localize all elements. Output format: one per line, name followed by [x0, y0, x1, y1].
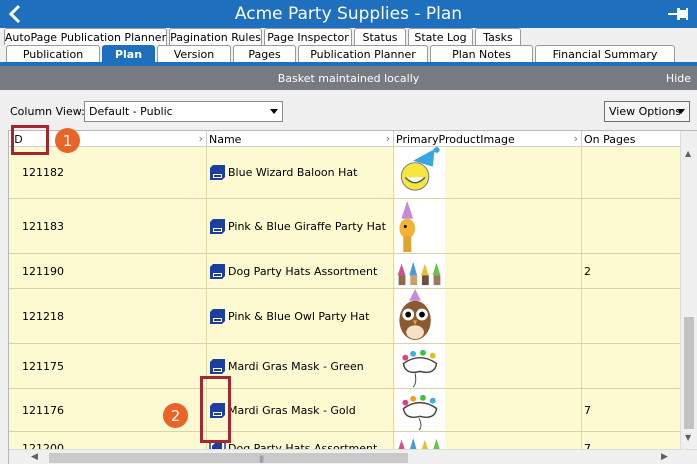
view-options-label: View Options: [609, 105, 682, 118]
cell-on-pages: [582, 344, 680, 388]
chevron-right-icon: ›: [385, 132, 390, 145]
product-object-icon: [210, 358, 225, 374]
table-row[interactable]: 121182 Blue Wizard Baloon Hat: [9, 147, 680, 199]
pin-icon[interactable]: [667, 5, 689, 23]
cell-image: [394, 147, 582, 198]
tab-state-log[interactable]: State Log: [408, 28, 473, 45]
tab-plan-notes[interactable]: Plan Notes: [430, 45, 533, 62]
scroll-right-icon[interactable]: ▶: [661, 452, 668, 462]
vertical-scroll-thumb[interactable]: [684, 317, 694, 429]
cell-image: [394, 389, 582, 431]
tab-pages[interactable]: Pages: [233, 45, 296, 62]
column-header-on-pages[interactable]: On Pages: [582, 131, 680, 147]
cell-image: [394, 199, 582, 253]
scroll-down-icon[interactable]: ▼: [685, 433, 691, 442]
column-view-select[interactable]: Default - Public: [84, 101, 283, 122]
chevron-down-icon: [270, 109, 278, 114]
product-object-icon: [210, 165, 225, 180]
tab-publication[interactable]: Publication: [6, 45, 100, 62]
column-view-label: Column View:: [10, 105, 85, 118]
giraffe-hat-thumbnail: [395, 199, 445, 253]
hide-button[interactable]: Hide: [666, 72, 691, 85]
tab-status[interactable]: Status: [354, 28, 406, 45]
column-view-value: Default - Public: [89, 105, 173, 118]
basket-message: Basket maintained locally: [277, 71, 420, 85]
tab-autopage-publication-planner[interactable]: AutoPage Publication Planner: [4, 28, 167, 45]
product-object-icon: [210, 263, 225, 279]
product-object-icon: [210, 308, 225, 324]
grid-body: 121182 Blue Wizard Baloon Hat 121183 Pin…: [9, 147, 680, 464]
mask-green-thumbnail: [395, 344, 445, 388]
table-row[interactable]: 121176 Mardi Gras Mask - Gold 7: [9, 389, 680, 432]
cell-name: Pink & Blue Giraffe Party Hat: [207, 199, 394, 253]
title-bar: Acme Party Supplies - Plan: [0, 0, 697, 28]
cell-id: 121218: [9, 289, 207, 343]
callout-badge-2: 2: [163, 403, 188, 428]
chevron-right-icon: ›: [573, 132, 578, 145]
scroll-up-icon[interactable]: ▲: [685, 149, 691, 158]
chevron-down-icon: [677, 109, 685, 114]
cell-image: [394, 344, 582, 388]
cell-image: [394, 289, 582, 343]
tab-plan[interactable]: Plan: [102, 45, 155, 62]
app-window: Acme Party Supplies - Plan AutoPage Publ…: [0, 0, 697, 464]
cell-on-pages: 7: [584, 403, 591, 417]
view-options-button[interactable]: View Options: [604, 101, 690, 122]
tab-page-inspector[interactable]: Page Inspector: [264, 28, 352, 45]
cell-id: 121190: [9, 254, 207, 288]
dog-hats-thumbnail: [395, 254, 445, 288]
cell-on-pages: [582, 147, 680, 198]
tab-publication-planner[interactable]: Publication Planner: [298, 45, 428, 62]
cell-name: Pink & Blue Owl Party Hat: [207, 289, 394, 343]
cell-on-pages: 2: [584, 264, 591, 278]
table-row[interactable]: 121218 Pink & Blue Owl Party Hat: [9, 289, 680, 344]
cell-name: Blue Wizard Baloon Hat: [207, 147, 394, 198]
horizontal-scrollbar[interactable]: ◀ ||| ▶: [9, 449, 697, 464]
cell-image: [394, 254, 582, 288]
vertical-scrollbar[interactable]: ▲ ▼: [680, 131, 697, 449]
table-row[interactable]: 121190 Dog Party Hats Assortment 2: [9, 254, 680, 289]
plan-grid: ID › Name › PrimaryProductImage › On Pag…: [8, 130, 697, 464]
basket-bar: Basket maintained locally Hide: [0, 66, 697, 90]
product-object-icon: [210, 218, 225, 234]
tab-row-upper: AutoPage Publication Planner Pagination …: [0, 28, 523, 45]
cell-name: Mardi Gras Mask - Gold: [207, 389, 394, 431]
column-header-name[interactable]: Name ›: [207, 131, 394, 147]
grip-icon: |||: [259, 455, 264, 463]
tab-financial-summary[interactable]: Financial Summary: [535, 45, 675, 62]
back-arrow-icon[interactable]: [6, 3, 26, 25]
owl-hat-thumbnail: [395, 289, 445, 343]
column-view-toolbar: Column View: Default - Public View Optio…: [0, 90, 697, 130]
tab-version[interactable]: Version: [157, 45, 231, 62]
column-header-primary-product-image[interactable]: PrimaryProductImage ›: [394, 131, 582, 147]
cell-on-pages: [582, 289, 680, 343]
table-row[interactable]: 121183 Pink & Blue Giraffe Party Hat: [9, 199, 680, 254]
wizard-hat-thumbnail: [395, 147, 445, 198]
cell-on-pages: [582, 199, 680, 253]
window-title: Acme Party Supplies - Plan: [234, 4, 463, 24]
tab-row-lower: Publication Plan Version Pages Publicati…: [0, 45, 677, 62]
cell-name: Dog Party Hats Assortment: [207, 254, 394, 288]
cell-id: 121175: [9, 344, 207, 388]
horizontal-scroll-thumb[interactable]: |||: [49, 453, 408, 463]
table-row[interactable]: 121175 Mardi Gras Mask - Green: [9, 344, 680, 389]
callout-badge-1: 1: [55, 128, 80, 153]
callout-highlight-id-column: [11, 125, 49, 155]
scroll-left-icon[interactable]: ◀: [31, 452, 38, 462]
cell-name: Mardi Gras Mask - Green: [207, 344, 394, 388]
tab-pagination-rules[interactable]: Pagination Rules: [169, 28, 262, 45]
mask-gold-thumbnail: [395, 389, 445, 431]
cell-id: 121183: [9, 199, 207, 253]
tab-tasks[interactable]: Tasks: [475, 28, 521, 45]
chevron-right-icon: ›: [198, 132, 203, 145]
callout-highlight-object-icons: [200, 376, 231, 443]
grid-header: ID › Name › PrimaryProductImage › On Pag…: [9, 131, 680, 147]
